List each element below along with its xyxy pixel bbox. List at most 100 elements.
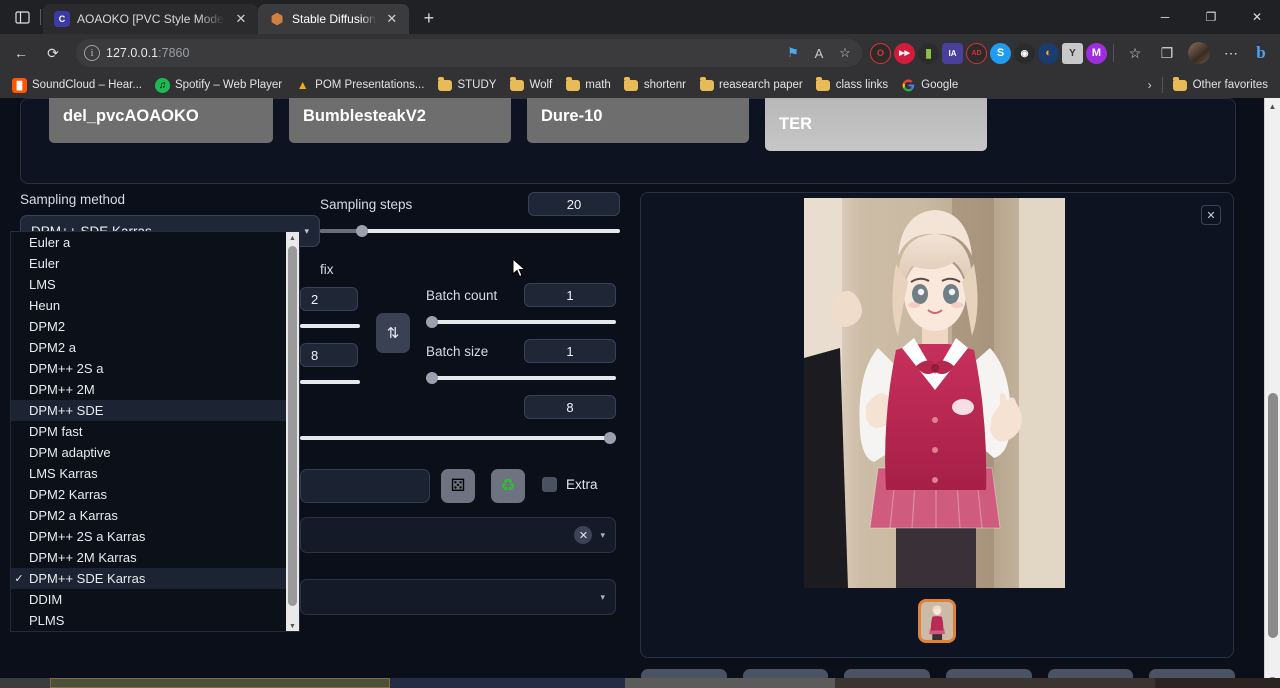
model-card-aoaoko[interactable]: aoaoko_pvcStyleMo del_pvcAOAOKO	[49, 98, 273, 143]
slider-knob[interactable]	[426, 372, 438, 384]
bookmarks-overflow-chevron[interactable]: ›	[1142, 76, 1158, 94]
sampling-steps-slider[interactable]	[320, 224, 620, 238]
bookmark-folder-research-paper[interactable]: reasearch paper	[693, 76, 809, 95]
read-aloud-icon[interactable]: A	[808, 42, 830, 64]
slider-knob[interactable]	[604, 432, 616, 444]
dropdown-option[interactable]: DPM2 a Karras	[11, 505, 291, 526]
price-tag-icon[interactable]: ⚑	[782, 42, 804, 64]
address-bar[interactable]: i 127.0.0.1:7860 ⚑ A ☆	[76, 39, 862, 67]
height-slider[interactable]	[300, 375, 360, 389]
height-field-partial[interactable]: 8	[300, 343, 360, 389]
bookmark-google[interactable]: Google	[895, 76, 964, 95]
browsec-icon[interactable]: ◐	[1038, 43, 1059, 64]
bookmark-other-favorites[interactable]: Other favorites	[1167, 76, 1274, 95]
extra-select[interactable]: ▾	[300, 579, 616, 615]
batch-size-slider[interactable]	[426, 371, 616, 385]
tab-stable-diffusion[interactable]: ⬢ Stable Diffusion ✕	[258, 4, 409, 34]
sampling-method-dropdown[interactable]: Euler a Euler LMS Heun DPM2 DPM2 a DPM++…	[10, 231, 300, 632]
close-icon[interactable]: ✕	[232, 10, 250, 28]
back-icon[interactable]: ←	[6, 38, 36, 68]
bing-copilot-icon[interactable]: b	[1248, 40, 1274, 66]
dropdown-option-selected[interactable]: ✓DPM++ SDE Karras	[11, 568, 291, 589]
new-tab-button[interactable]: +	[415, 4, 443, 32]
fast-forward-icon[interactable]: ▶▶	[894, 43, 915, 64]
width-slider[interactable]	[300, 319, 360, 333]
dropdown-option[interactable]: DDIM	[11, 589, 291, 610]
monica-icon[interactable]: M	[1086, 43, 1107, 64]
extra-checkbox-group[interactable]: Extra	[542, 477, 598, 492]
dropdown-option[interactable]: PLMS	[11, 610, 291, 631]
close-window-button[interactable]: ✕	[1234, 0, 1280, 34]
dropdown-option[interactable]: LMS Karras	[11, 463, 291, 484]
dropdown-option[interactable]: DPM++ 2M	[11, 379, 291, 400]
bookmark-folder-shortenr[interactable]: shortenr	[618, 76, 692, 95]
shazam-icon[interactable]: S	[990, 43, 1011, 64]
dropdown-option[interactable]: DPM2	[11, 316, 291, 337]
yandex-icon[interactable]: Y	[1062, 43, 1083, 64]
sampling-steps-value[interactable]: 20	[528, 192, 620, 216]
dropdown-option[interactable]: Euler	[11, 253, 291, 274]
more-options-icon[interactable]: ⋯	[1216, 38, 1246, 68]
location-pin-icon[interactable]: ◉	[1014, 43, 1035, 64]
opera-icon[interactable]: O	[870, 43, 891, 64]
scroll-up-icon[interactable]: ▲	[286, 232, 299, 245]
page-scroll-thumb[interactable]	[1268, 393, 1278, 638]
slider-knob[interactable]	[426, 316, 438, 328]
dropdown-scrollbar[interactable]: ▲ ▼	[286, 232, 299, 632]
bookmark-folder-class-links[interactable]: class links	[810, 76, 894, 95]
extra-checkbox[interactable]	[542, 477, 557, 492]
width-field-partial[interactable]: 2	[300, 287, 360, 333]
model-card-ter[interactable]: TER	[765, 98, 987, 151]
dropdown-option[interactable]: DPM2 Karras	[11, 484, 291, 505]
dropdown-option[interactable]: DPM++ 2S a	[11, 358, 291, 379]
dropdown-option[interactable]: Heun	[11, 295, 291, 316]
collections-icon[interactable]: ❐	[1152, 38, 1182, 68]
close-icon[interactable]: ✕	[383, 10, 401, 28]
dropdown-option[interactable]: LMS	[11, 274, 291, 295]
dropdown-option[interactable]: DPM2 a	[11, 337, 291, 358]
maximize-button[interactable]: ❐	[1188, 0, 1234, 34]
image-thumbnail[interactable]	[918, 599, 956, 643]
greenshot-icon[interactable]: ▮	[918, 43, 939, 64]
bookmark-soundcloud[interactable]: █ SoundCloud – Hear...	[6, 76, 148, 95]
cfg-scale-value[interactable]: 8	[524, 395, 616, 419]
seed-input[interactable]	[300, 469, 430, 503]
adblock-icon[interactable]: AD	[966, 43, 987, 64]
dropdown-option[interactable]: Euler a	[11, 232, 291, 253]
reload-icon[interactable]: ⟳	[38, 38, 68, 68]
slider-knob[interactable]	[356, 225, 368, 237]
batch-count-value[interactable]: 1	[524, 283, 616, 307]
script-select[interactable]: ✕ ▾	[300, 517, 616, 553]
close-icon[interactable]: ✕	[1201, 205, 1221, 225]
internet-archive-icon[interactable]: IA	[942, 43, 963, 64]
batch-count-slider[interactable]	[426, 315, 616, 329]
clear-icon[interactable]: ✕	[574, 526, 592, 544]
bookmark-folder-study[interactable]: STUDY	[431, 76, 502, 95]
dropdown-scroll-thumb[interactable]	[288, 246, 297, 606]
generated-image[interactable]	[804, 198, 1065, 588]
dropdown-option[interactable]: DPM++ 2S a Karras	[11, 526, 291, 547]
minimize-button[interactable]: ─	[1142, 0, 1188, 34]
cfg-scale-slider[interactable]	[300, 423, 616, 445]
scroll-up-icon[interactable]: ▲	[1265, 98, 1280, 115]
dropdown-option[interactable]: DPM++ 2M Karras	[11, 547, 291, 568]
favorites-icon[interactable]: ☆	[1120, 38, 1150, 68]
bookmark-folder-math[interactable]: math	[559, 76, 617, 95]
bookmark-folder-wolf[interactable]: Wolf	[503, 76, 558, 95]
model-card-dure[interactable]: Dure-10	[527, 98, 749, 143]
tab-aoaoko[interactable]: C AOAOKO [PVC Style Model] - PVC ✕	[43, 4, 258, 34]
model-card-bumblesteak[interactable]: BumblesteakV2	[289, 98, 511, 143]
add-favorite-icon[interactable]: ☆	[834, 42, 856, 64]
swap-dimensions-button[interactable]: ⇅	[376, 313, 410, 353]
dropdown-option[interactable]: DPM adaptive	[11, 442, 291, 463]
dice-button[interactable]: ⚄	[441, 469, 475, 503]
dropdown-option[interactable]: DPM fast	[11, 421, 291, 442]
scroll-down-icon[interactable]: ▼	[286, 620, 299, 632]
avatar[interactable]	[1184, 38, 1214, 68]
bookmark-spotify[interactable]: ♫ Spotify – Web Player	[149, 76, 288, 95]
site-info-icon[interactable]: i	[84, 45, 100, 61]
bookmark-pom-presentations[interactable]: ▲ POM Presentations...	[289, 76, 430, 95]
tab-overview-icon[interactable]	[8, 3, 36, 31]
page-scrollbar[interactable]: ▲ ▼	[1264, 98, 1280, 688]
recycle-seed-button[interactable]: ♻	[491, 469, 525, 503]
